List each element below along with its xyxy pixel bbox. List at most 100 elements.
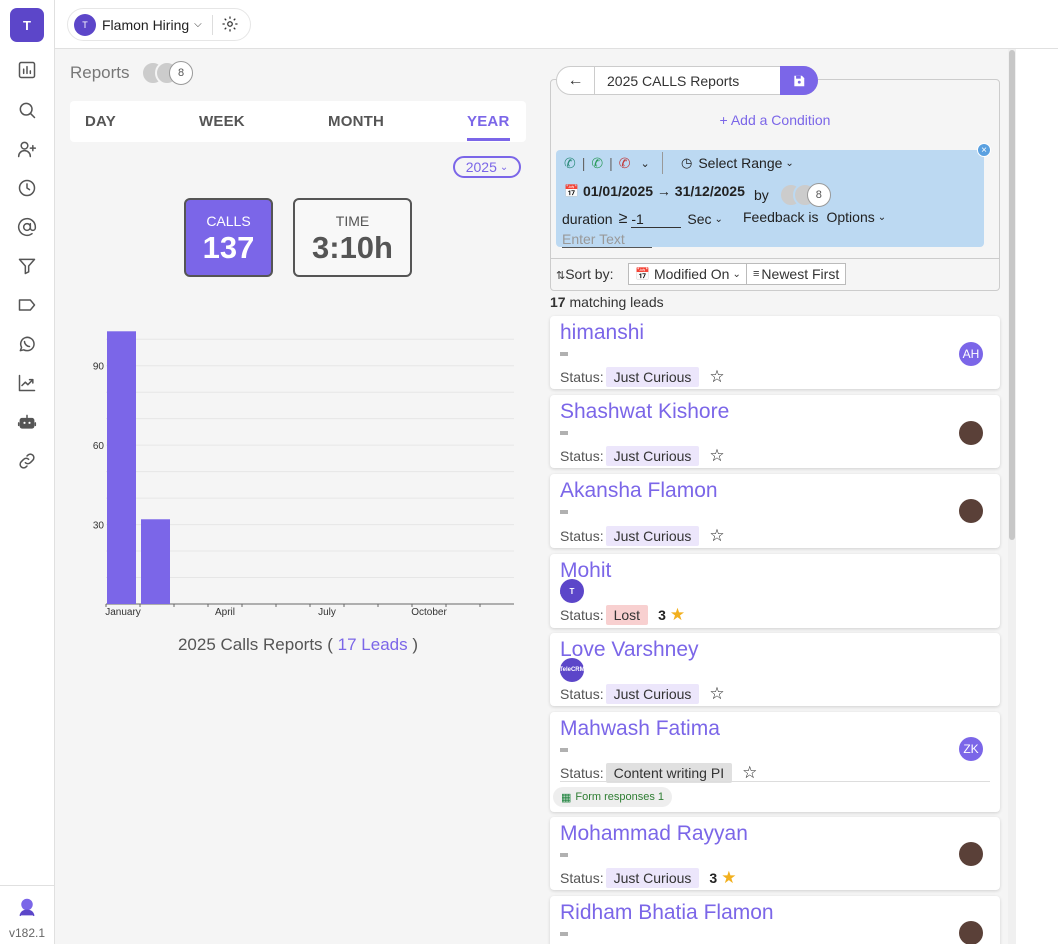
whatsapp-icon[interactable] — [15, 332, 39, 356]
status-badge[interactable]: Just Curious — [605, 684, 700, 704]
y-tick-label: 90 — [93, 362, 105, 373]
year-select[interactable]: 2025 ⌄ — [453, 156, 521, 178]
lead-card[interactable]: Ridham Bhatia Flamon — [550, 896, 1000, 944]
bot-icon[interactable] — [15, 410, 39, 434]
scrollbar-thumb[interactable] — [1009, 50, 1015, 540]
star-icon[interactable]: ☆ — [709, 526, 724, 546]
app-logo[interactable]: T — [10, 8, 44, 42]
status-badge[interactable]: Just Curious — [605, 868, 700, 888]
lead-card[interactable]: Akansha Flamon Status: Just Curious ☆ — [550, 474, 1000, 548]
status-badge[interactable]: Just Curious — [605, 526, 700, 546]
lead-phone-redacted — [560, 853, 568, 857]
by-users-filter[interactable]: by 8 — [754, 183, 831, 207]
avatar[interactable]: ZK — [959, 737, 983, 761]
avatar[interactable] — [959, 499, 983, 523]
star-icon[interactable]: ☆ — [709, 446, 724, 466]
avatar[interactable] — [959, 421, 983, 445]
workspace-switcher[interactable]: T Flamon Hiring ⌵ — [67, 8, 251, 41]
lead-card[interactable]: Mohammad Rayyan Status: Just Curious 3 ★ — [550, 817, 1000, 890]
tab-month[interactable]: MONTH — [328, 113, 384, 130]
form-response-label: Form responses 1 — [575, 791, 665, 803]
link-icon[interactable] — [15, 449, 39, 473]
star-icon[interactable]: ☆ — [709, 684, 724, 704]
lead-card[interactable]: Mahwash Fatima Status: Content writing P… — [550, 712, 1000, 812]
time-stat-card[interactable]: TIME 3:10h — [293, 198, 412, 277]
sort-field-dropdown[interactable]: 📅 Modified On ⌄ — [628, 263, 748, 285]
chevron-down-icon: ⌄ — [499, 161, 509, 173]
duration-operator[interactable]: ≥ — [619, 210, 628, 228]
avatar[interactable] — [959, 921, 983, 944]
star-filled-icon[interactable]: ★ — [721, 868, 736, 888]
avatar[interactable]: TeleCRM — [559, 658, 585, 682]
back-arrow-icon[interactable]: ← — [557, 67, 595, 94]
feedback-label: Feedback is — [743, 209, 819, 225]
report-name[interactable]: 2025 CALLS Reports — [607, 73, 780, 89]
feedback-options[interactable]: Options — [826, 209, 874, 225]
clock-icon[interactable] — [15, 176, 39, 200]
x-tick-label: April — [215, 607, 235, 618]
tab-year[interactable]: YEAR — [467, 113, 509, 130]
user-count-badge: 8 — [806, 183, 831, 207]
status-badge[interactable]: Just Curious — [605, 446, 700, 466]
avatar[interactable] — [959, 842, 983, 866]
save-button[interactable] — [780, 66, 818, 95]
bar-chart-icon[interactable] — [15, 58, 39, 82]
outgoing-call-icon[interactable]: ✆ — [591, 155, 603, 172]
call-type-filters: ✆ | ✆ | ✆ ⌄ — [564, 152, 663, 174]
filter-icon[interactable] — [15, 254, 39, 278]
star-filled-icon[interactable]: ★ — [670, 605, 685, 625]
status-badge[interactable]: Content writing PI — [605, 763, 733, 783]
y-tick-label: 30 — [93, 521, 105, 532]
select-range-dropdown[interactable]: ◷ Select Range ⌄ — [681, 155, 794, 171]
incoming-call-icon[interactable]: ✆ — [564, 155, 576, 172]
missed-call-icon[interactable]: ✆ — [619, 155, 631, 172]
lead-phone-redacted — [560, 932, 568, 936]
gear-icon[interactable] — [221, 15, 241, 35]
close-icon[interactable]: × — [977, 143, 991, 157]
date-range[interactable]: 📅 01/01/2025 → 31/12/2025 — [564, 183, 745, 199]
add-user-icon[interactable] — [15, 137, 39, 161]
lead-name[interactable]: Love Varshney — [560, 638, 699, 662]
calls-stat-card[interactable]: CALLS 137 — [184, 198, 273, 277]
lead-card[interactable]: Shashwat Kishore Status: Just Curious ☆ — [550, 395, 1000, 468]
text-filter-input[interactable]: Enter Text — [562, 231, 652, 248]
search-icon[interactable] — [15, 98, 39, 122]
chart-bar[interactable] — [107, 331, 136, 604]
lead-name[interactable]: himanshi — [560, 321, 644, 345]
lead-card[interactable]: himanshi Status: Just Curious ☆ AH — [550, 316, 1000, 389]
status-badge[interactable]: Lost — [605, 605, 649, 625]
lead-name[interactable]: Mahwash Fatima — [560, 717, 720, 741]
duration-input[interactable]: -1 — [631, 211, 682, 228]
duration-unit[interactable]: Sec — [687, 211, 711, 227]
trending-icon[interactable] — [15, 371, 39, 395]
status-badge[interactable]: Just Curious — [605, 367, 700, 387]
form-response-tag[interactable]: ▦ Form responses 1 — [553, 787, 673, 807]
lead-card[interactable]: Mohit Status: Lost 3 ★ T — [550, 554, 1000, 628]
lead-name[interactable]: Shashwat Kishore — [560, 400, 729, 424]
lead-name[interactable]: Ridham Bhatia Flamon — [560, 901, 774, 925]
tab-day[interactable]: DAY — [85, 113, 116, 130]
chevron-down-icon[interactable]: ⌄ — [640, 157, 649, 170]
at-icon[interactable] — [15, 215, 39, 239]
avatar[interactable]: AH — [959, 342, 983, 366]
leads-link[interactable]: 17 Leads — [338, 635, 408, 654]
workspace-logo-text: T — [82, 19, 88, 30]
avatar[interactable]: T — [560, 579, 584, 603]
star-icon[interactable]: ☆ — [742, 763, 757, 783]
lead-card[interactable]: Love Varshney Status: Just Curious ☆ TeleC… — [550, 633, 1000, 706]
support-agent-icon[interactable] — [15, 895, 39, 919]
year-select-value: 2025 — [465, 159, 497, 175]
star-icon[interactable]: ☆ — [709, 367, 724, 387]
member-avatars[interactable]: 8 — [141, 61, 193, 85]
app-logo-text: T — [23, 17, 31, 33]
chart-bar[interactable] — [141, 519, 170, 604]
add-condition-button[interactable]: + Add a Condition — [550, 112, 1000, 128]
tab-week[interactable]: WEEK — [199, 113, 245, 130]
lead-status-row: Status: Just Curious ☆ — [560, 367, 725, 387]
x-tick-label: October — [411, 607, 447, 618]
lead-name[interactable]: Akansha Flamon — [560, 479, 718, 503]
lead-name[interactable]: Mohammad Rayyan — [560, 822, 748, 846]
lead-status-row: Status: Just Curious ☆ — [560, 446, 725, 466]
tag-icon[interactable] — [15, 293, 39, 317]
sort-order-button[interactable]: ≡ Newest First — [746, 263, 847, 285]
